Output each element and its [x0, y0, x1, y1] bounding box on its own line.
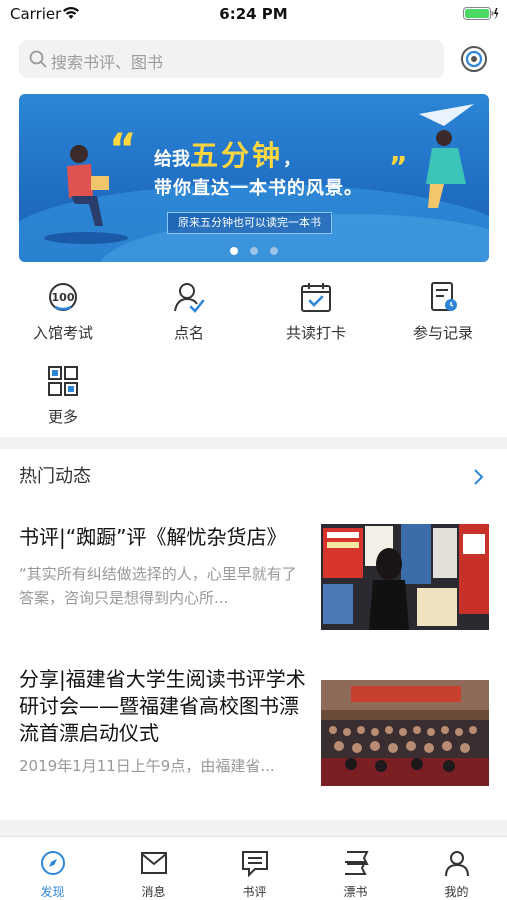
action-co-reading-checkin[interactable]: 共读打卡 — [253, 280, 379, 343]
compass-icon — [40, 851, 65, 875]
clock: 6:24 PM — [219, 5, 288, 23]
section-divider — [0, 820, 507, 836]
article-title: 书评|“踟蹰”评《解忧杂货店》 — [19, 525, 287, 549]
action-label: 入馆考试 — [32, 324, 93, 342]
status-bar: Carrier 6:24 PM — [0, 0, 507, 28]
article-thumbnail — [321, 524, 489, 630]
tab-discover[interactable]: 发现 — [2, 849, 103, 900]
action-more[interactable]: 更多 — [0, 364, 126, 427]
tab-bar: 发现 消息 书评 漂书 我的 — [0, 836, 507, 900]
article-summary: 2019年1月11日上午9点，由福建省... — [19, 757, 275, 775]
quote-mark-icon: “ — [109, 124, 137, 173]
article-summary: “其实所有纠结做选择的人，心里早就有了答案，咨询只是想得到内心所... — [19, 565, 297, 607]
article-thumbnail — [321, 680, 489, 786]
roll-call-icon — [174, 283, 205, 313]
carousel-dot[interactable] — [230, 247, 238, 255]
tab-reviews[interactable]: 书评 — [204, 849, 305, 900]
carousel-dot[interactable] — [270, 247, 278, 255]
exam-100-icon: 100 — [49, 283, 77, 311]
scan-button[interactable] — [459, 44, 489, 74]
article-title: 分享|福建省大学生阅读书评学术研讨会——暨福建省高校图书漂流首漂启动仪式 — [19, 667, 306, 745]
tab-label: 我的 — [444, 885, 469, 899]
bookstore-photo-image — [321, 524, 489, 630]
action-roll-call[interactable]: 点名 — [126, 280, 252, 343]
quote-mark-icon: ” — [389, 150, 408, 183]
profile-icon — [444, 851, 469, 877]
section-title: 热门动态 — [19, 466, 91, 487]
tab-profile[interactable]: 我的 — [406, 849, 507, 900]
record-icon — [431, 282, 457, 311]
chevron-right-icon[interactable] — [473, 468, 485, 490]
more-grid-icon — [48, 366, 78, 396]
drift-book-icon — [344, 851, 369, 875]
action-label: 共读打卡 — [285, 324, 346, 342]
svg-text:100: 100 — [52, 291, 75, 304]
message-icon — [140, 852, 167, 874]
tab-label: 漂书 — [343, 885, 368, 899]
conference-photo-image — [321, 680, 489, 786]
search-placeholder: 搜索书评、图书 — [51, 53, 164, 72]
calendar-checkin-icon — [301, 283, 331, 312]
tab-label: 发现 — [40, 885, 65, 899]
action-label: 点名 — [173, 324, 204, 342]
article-item[interactable]: 分享|福建省大学生阅读书评学术研讨会——暨福建省高校图书漂流首漂启动仪式 201… — [19, 666, 489, 806]
search-row: 搜索书评、图书 — [19, 40, 489, 78]
article-item[interactable]: 书评|“踟蹰”评《解忧杂货店》 “其实所有纠结做选择的人，心里早就有了答案，咨询… — [19, 524, 489, 632]
action-label: 更多 — [47, 408, 78, 426]
search-input[interactable]: 搜索书评、图书 — [19, 40, 444, 78]
tab-label: 消息 — [141, 885, 166, 899]
tab-drift-books[interactable]: 漂书 — [305, 849, 406, 900]
carousel-indicator — [19, 240, 489, 259]
banner-carousel[interactable]: “ 给我五分钟， 带你直达一本书的风景。 ” 原来五分钟也可以读完一本书 — [19, 94, 489, 262]
tab-label: 书评 — [242, 885, 267, 899]
action-entry-exam[interactable]: 100 入馆考试 — [0, 280, 126, 343]
banner-line-2: 带你直达一本书的风景。 — [154, 178, 363, 199]
banner-line-1: 给我五分钟， — [154, 139, 302, 172]
review-icon — [241, 851, 268, 877]
hot-news-header[interactable]: 热门动态 — [19, 462, 489, 492]
search-icon — [29, 50, 47, 72]
carousel-dot[interactable] — [250, 247, 258, 255]
section-divider — [0, 437, 507, 449]
tab-messages[interactable]: 消息 — [103, 849, 204, 900]
banner-subtitle: 原来五分钟也可以读完一本书 — [167, 212, 332, 234]
flying-person-illustration — [419, 104, 474, 208]
battery-icon — [463, 6, 499, 26]
scan-icon — [461, 46, 487, 72]
action-participation-record[interactable]: 参与记录 — [380, 280, 506, 343]
action-label: 参与记录 — [412, 324, 473, 342]
